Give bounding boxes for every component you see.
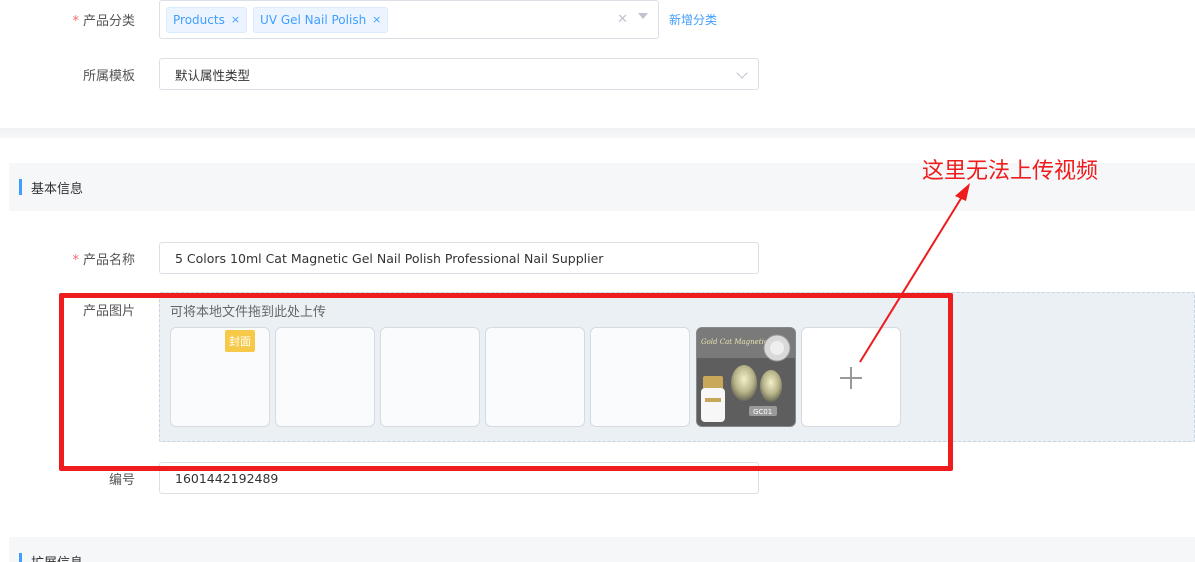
section-accent-bar [19, 553, 22, 562]
category-tag-label: Products [173, 12, 225, 27]
template-select[interactable]: 默认属性类型 [159, 58, 759, 90]
template-select-value: 默认属性类型 [175, 67, 251, 83]
annotation-text: 这里无法上传视频 [922, 159, 1099, 184]
category-multiselect[interactable]: Products × UV Gel Nail Polish × ✕ [159, 0, 659, 39]
image-slot[interactable] [590, 327, 690, 427]
template-label: 所属模板 [82, 68, 135, 84]
add-category-link[interactable]: 新增分类 [669, 11, 717, 28]
product-name-input[interactable]: 5 Colors 10ml Cat Magnetic Gel Nail Poli… [159, 242, 759, 274]
add-image-button[interactable] [801, 327, 901, 427]
product-name-label: * 产品名称 [0, 249, 147, 268]
category-label: * 产品分类 [0, 10, 147, 29]
tag-remove-icon[interactable]: × [231, 13, 240, 26]
tag-remove-icon[interactable]: × [372, 13, 381, 26]
section-title: 基本信息 [31, 181, 84, 197]
upload-hint: 可将本地文件拖到此处上传 [170, 305, 327, 320]
category-label-text: 产品分类 [82, 14, 135, 29]
plus-icon-vertical [850, 367, 852, 389]
category-tag: Products × [166, 6, 248, 33]
product-name-label-text: 产品名称 [82, 252, 135, 268]
chevron-down-icon [736, 67, 748, 79]
required-mark: * [72, 14, 79, 29]
category-row: * 产品分类 Products × UV Gel Nail Polish × ✕ … [0, 0, 1195, 39]
image-slot[interactable] [275, 327, 375, 427]
image-slot[interactable] [380, 327, 480, 427]
image-slot[interactable] [485, 327, 585, 427]
section-title: 扩展信息 [31, 552, 83, 562]
serial-row: 编号 1601442192489 [0, 462, 1195, 494]
image-upload-dropzone[interactable]: 可将本地文件拖到此处上传 封面 Gold Cat Magnetic Gel GC… [159, 292, 1195, 442]
category-tag-label: UV Gel Nail Polish [260, 12, 367, 27]
template-row: 所属模板 默认属性类型 [0, 58, 1195, 90]
image-thumbnail[interactable]: Gold Cat Magnetic Gel GC01 [696, 327, 796, 427]
product-images-label: 产品图片 [82, 304, 135, 319]
clear-icon[interactable]: ✕ [617, 12, 628, 27]
caret-down-icon[interactable] [638, 13, 648, 19]
image-slot-cover[interactable]: 封面 [170, 327, 270, 427]
nail-polish-product-image: Gold Cat Magnetic Gel GC01 [697, 328, 795, 426]
serial-value: 1601442192489 [175, 470, 279, 486]
product-name-value: 5 Colors 10ml Cat Magnetic Gel Nail Poli… [175, 250, 604, 266]
required-mark: * [72, 252, 79, 268]
extended-info-header: 扩展信息 [9, 537, 1195, 562]
serial-input[interactable]: 1601442192489 [159, 462, 759, 494]
section-divider [0, 128, 1195, 138]
product-name-row: * 产品名称 5 Colors 10ml Cat Magnetic Gel Nai… [0, 242, 1195, 274]
thumbnail-label: GC01 [753, 408, 772, 416]
category-tag: UV Gel Nail Polish × [253, 6, 389, 33]
section-accent-bar [19, 179, 22, 195]
product-edit-form: * 产品分类 Products × UV Gel Nail Polish × ✕ … [0, 0, 1195, 562]
cover-badge: 封面 [225, 330, 255, 352]
serial-label: 编号 [108, 472, 135, 488]
